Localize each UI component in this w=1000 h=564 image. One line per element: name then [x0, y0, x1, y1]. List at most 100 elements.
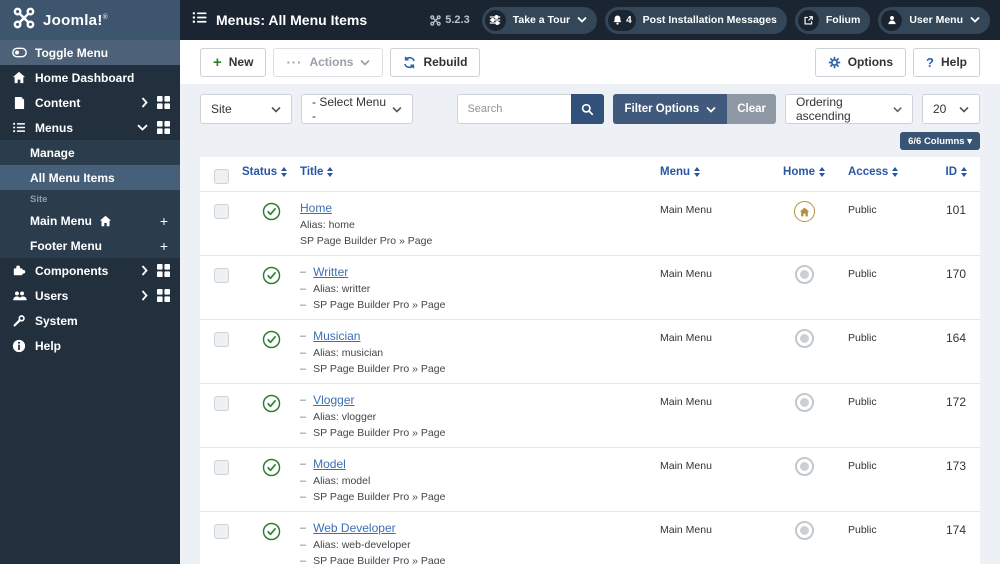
id-cell: 174 — [945, 523, 966, 537]
sidebar-item-main-menu[interactable]: Main Menu + — [0, 208, 180, 233]
not-home-icon[interactable] — [794, 457, 814, 476]
rebuild-button[interactable]: Rebuild — [390, 47, 481, 77]
sidebar-item-menus[interactable]: Menus — [0, 115, 180, 140]
status-published-icon[interactable] — [242, 521, 300, 541]
filter-options-button[interactable]: Filter Options — [613, 94, 728, 124]
take-a-tour-label: Take a Tour — [512, 14, 571, 26]
sidebar-item-footer-menu[interactable]: Footer Menu + — [0, 233, 180, 258]
menu-item-title-link[interactable]: Home — [300, 201, 332, 215]
status-published-icon[interactable] — [242, 265, 300, 285]
take-a-tour-button[interactable]: Take a Tour — [481, 6, 598, 34]
level-dash: – — [300, 330, 307, 342]
components-dashboard-grid-icon[interactable] — [157, 264, 170, 277]
table-row: – Musician – Alias: musician – SP Page Buil… — [200, 319, 980, 383]
row-checkbox[interactable] — [213, 460, 229, 475]
default-home-icon[interactable] — [793, 201, 815, 222]
filter-bar: Site - Select Menu - Filter Op — [200, 94, 980, 124]
sidebar-item-content[interactable]: Content — [0, 90, 180, 115]
sidebar-toggle-menu[interactable]: Toggle Menu — [0, 40, 180, 65]
row-checkbox[interactable] — [213, 268, 229, 283]
sort-icon — [818, 167, 825, 177]
add-main-menu-item-button[interactable]: + — [160, 213, 168, 229]
site-preview-button[interactable]: Folium — [794, 6, 871, 34]
menu-item-title-link[interactable]: Web Developer — [313, 521, 396, 535]
menu-cell: Main Menu — [660, 332, 712, 344]
actions-button[interactable]: ··· Actions — [273, 47, 384, 77]
sidebar-item-system[interactable]: System — [0, 308, 180, 333]
not-home-icon[interactable] — [794, 265, 814, 284]
alias-text: Alias: vlogger — [313, 411, 377, 423]
row-checkbox[interactable] — [213, 204, 229, 219]
joomla-logo[interactable]: Joomla!® — [0, 0, 180, 40]
sidebar-item-all-menu-items[interactable]: All Menu Items — [0, 165, 180, 190]
users-dashboard-grid-icon[interactable] — [157, 289, 170, 302]
menu-item-title-link[interactable]: Vlogger — [313, 393, 354, 407]
not-home-icon[interactable] — [794, 521, 814, 540]
ordering-select[interactable]: Ordering ascending — [785, 94, 913, 124]
home-cell — [760, 265, 848, 284]
menu-item-title-link[interactable]: Musician — [313, 329, 360, 343]
menu-cell: Main Menu — [660, 204, 712, 216]
header-id[interactable]: ID — [926, 166, 980, 178]
per-page-select[interactable]: 20 — [922, 94, 980, 124]
status-published-icon[interactable] — [242, 329, 300, 349]
plus-icon: + — [213, 53, 222, 71]
not-home-icon[interactable] — [794, 393, 814, 412]
menu-select[interactable]: - Select Menu - — [301, 94, 413, 124]
row-checkbox[interactable] — [213, 332, 229, 347]
select-all-checkbox[interactable] — [213, 169, 229, 184]
chevron-down-icon — [893, 106, 902, 112]
header-menu[interactable]: Menu — [660, 166, 760, 178]
topbar: Joomla!® Menus: All Menu Items 5.2.3 Tak… — [0, 0, 1000, 40]
header-home[interactable]: Home — [760, 166, 848, 178]
search-input[interactable] — [457, 94, 572, 124]
home-cell — [760, 393, 848, 412]
columns-toggle-button[interactable]: 6/6 Columns ▾ — [900, 132, 980, 150]
footer-menu-label: Footer Menu — [30, 238, 102, 253]
sidebar-item-components[interactable]: Components — [0, 258, 180, 283]
menu-item-title-link[interactable]: Model — [313, 457, 346, 471]
menu-cell: Main Menu — [660, 268, 712, 280]
row-checkbox[interactable] — [213, 524, 229, 539]
menu-item-title-link[interactable]: Writter — [313, 265, 348, 279]
table-header: Status Title Menu Home Access ID — [200, 157, 980, 191]
row-checkbox[interactable] — [213, 396, 229, 411]
status-published-icon[interactable] — [242, 393, 300, 413]
alias-text: Alias: writter — [313, 283, 371, 295]
post-installation-messages-button[interactable]: 4 Post Installation Messages — [605, 6, 787, 34]
sidebar-item-help[interactable]: Help — [0, 333, 180, 358]
header-access[interactable]: Access — [848, 166, 926, 178]
chevron-down-icon — [577, 14, 587, 26]
chevron-down-icon — [271, 106, 281, 113]
clear-button[interactable]: Clear — [727, 94, 776, 124]
sidebar-item-home-dashboard[interactable]: Home Dashboard — [0, 65, 180, 90]
sidebar-item-manage[interactable]: Manage — [0, 140, 180, 165]
item-type-text: SP Page Builder Pro » Page — [300, 235, 433, 247]
sort-icon — [892, 167, 899, 177]
add-footer-menu-item-button[interactable]: + — [160, 238, 168, 254]
level-dash: – — [300, 539, 307, 551]
search-icon — [582, 103, 594, 115]
menus-dashboard-grid-icon[interactable] — [157, 121, 170, 134]
options-button[interactable]: Options — [814, 47, 907, 77]
help-button[interactable]: ? Help — [913, 47, 980, 77]
content-dashboard-grid-icon[interactable] — [157, 96, 170, 109]
header-title[interactable]: Title — [300, 166, 660, 178]
access-cell: Public — [848, 204, 877, 216]
content-label: Content — [35, 95, 81, 110]
sidebar-item-users[interactable]: Users — [0, 283, 180, 308]
status-published-icon[interactable] — [242, 201, 300, 221]
header-status[interactable]: Status — [242, 166, 300, 178]
gear-icon — [828, 56, 841, 68]
table-row: – Vlogger – Alias: vlogger – SP Page Builde… — [200, 383, 980, 447]
status-published-icon[interactable] — [242, 457, 300, 477]
search-button[interactable] — [571, 94, 605, 124]
bell-icon: 4 — [608, 9, 636, 31]
new-button[interactable]: + New — [200, 47, 267, 77]
user-menu-button[interactable]: User Menu — [878, 6, 990, 34]
site-select[interactable]: Site — [200, 94, 292, 124]
joomla-logo-icon — [13, 7, 35, 34]
menu-cell: Main Menu — [660, 396, 712, 408]
users-label: Users — [35, 288, 69, 303]
not-home-icon[interactable] — [794, 329, 814, 348]
